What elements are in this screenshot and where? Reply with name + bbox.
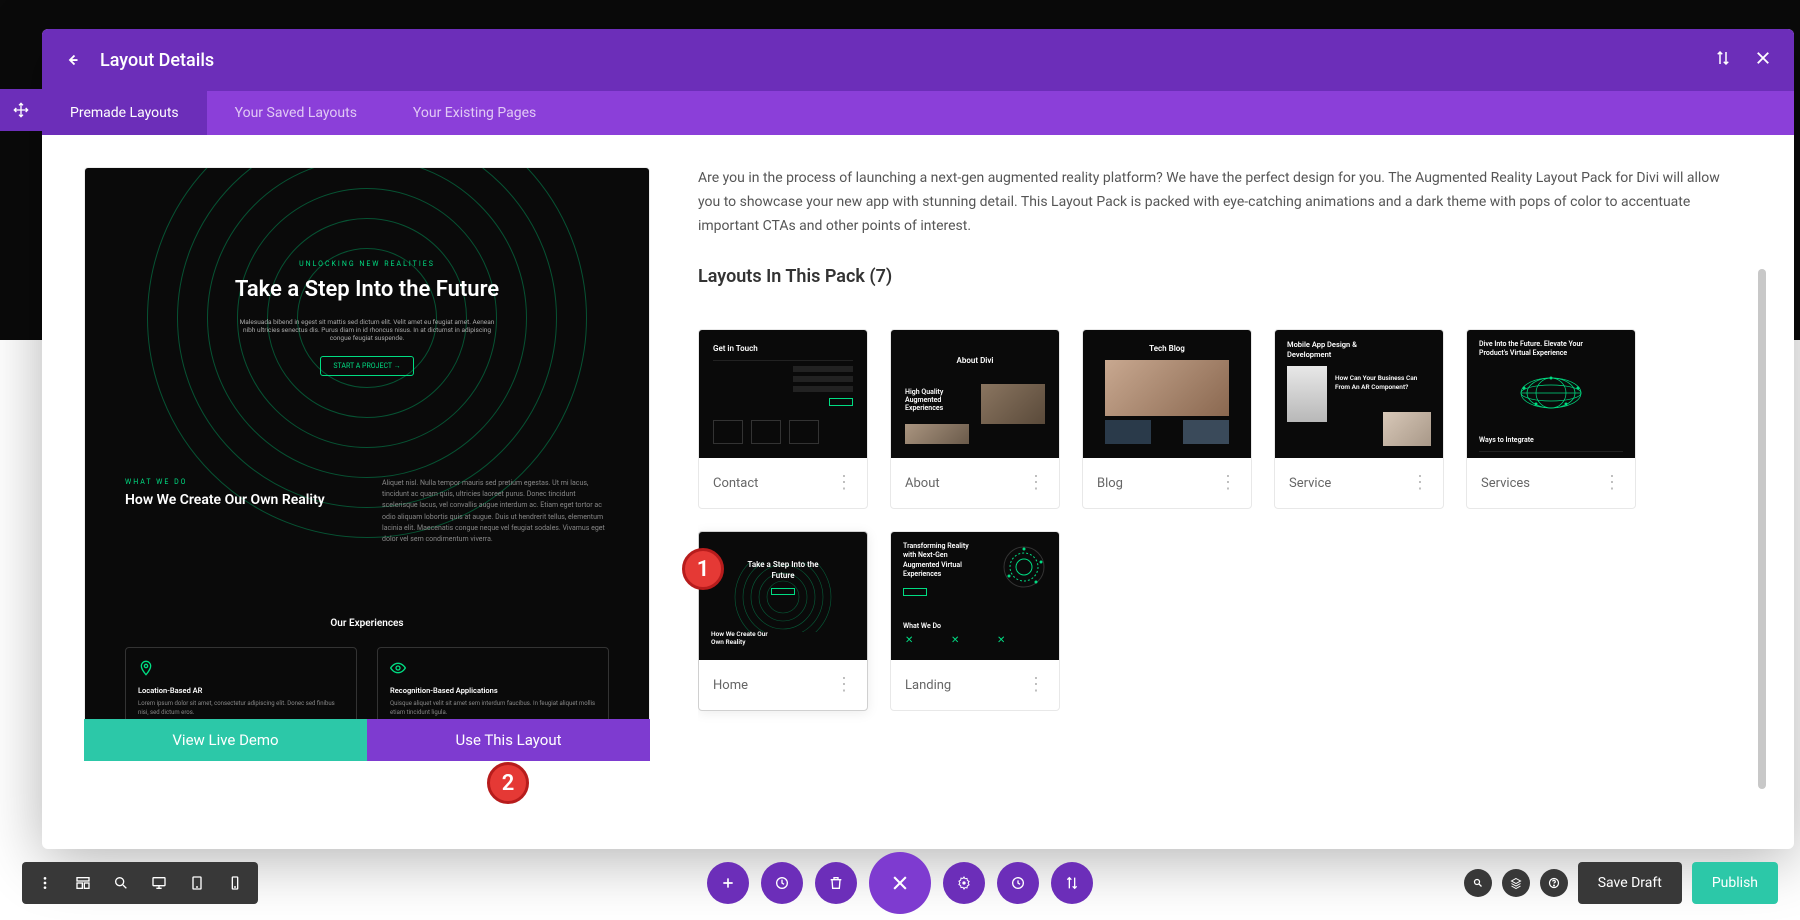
layout-card-contact[interactable]: Get in Touch Contact ⋮ xyxy=(698,329,868,509)
card-thumbnail: Get in Touch xyxy=(699,330,867,458)
card-title: Contact xyxy=(713,476,758,491)
toolbar-center-group xyxy=(707,852,1093,914)
location-icon xyxy=(138,660,154,676)
more-icon[interactable]: ⋮ xyxy=(835,676,853,694)
add-button[interactable] xyxy=(707,862,749,904)
modal-header: Layout Details xyxy=(42,29,1794,91)
view-live-demo-button[interactable]: View Live Demo xyxy=(84,719,367,761)
section-title: Layouts In This Pack (7) xyxy=(698,266,1732,287)
tabs: Premade Layouts Your Saved Layouts Your … xyxy=(42,91,1794,135)
sec3-title: Our Experiences xyxy=(125,618,609,629)
feature-text: Lorem ipsum dolor sit amet, consectetur … xyxy=(138,699,344,717)
delete-button[interactable] xyxy=(815,862,857,904)
right-column: Are you in the process of launching a ne… xyxy=(698,167,1752,849)
desktop-view-button[interactable] xyxy=(142,866,176,900)
sec2-sub: WHAT WE DO xyxy=(125,478,352,486)
layouts-grid: Get in Touch Contact ⋮ xyxy=(698,329,1732,711)
move-handle[interactable] xyxy=(0,89,42,131)
layout-details-modal: Layout Details Premade Layouts Your Save… xyxy=(42,29,1794,849)
eye-icon xyxy=(390,660,406,676)
modal-body: UNLOCKING NEW REALITIES Take a Step Into… xyxy=(42,135,1794,849)
wireframe-view-button[interactable] xyxy=(66,866,100,900)
annotation-1: 1 xyxy=(682,548,724,590)
portability-button[interactable] xyxy=(1051,862,1093,904)
search-button[interactable] xyxy=(1464,869,1492,897)
toolbar-left-group xyxy=(22,862,258,904)
card-thumbnail: Transforming Reality with Next-Gen Augme… xyxy=(891,532,1059,660)
feature-card: Location-Based AR Lorem ipsum dolor sit … xyxy=(125,647,357,719)
hero-title: Take a Step Into the Future xyxy=(235,276,499,305)
settings-button[interactable] xyxy=(761,862,803,904)
more-icon[interactable]: ⋮ xyxy=(1027,676,1045,694)
more-icon[interactable]: ⋮ xyxy=(835,474,853,492)
card-thumbnail: Tech Blog xyxy=(1083,330,1251,458)
tab-premade-layouts[interactable]: Premade Layouts xyxy=(42,91,207,135)
sec2-title: How We Create Our Own Reality xyxy=(125,492,352,508)
card-thumbnail: Dive Into the Future. Elevate Your Produ… xyxy=(1467,330,1635,458)
move-icon xyxy=(13,102,29,118)
more-icon[interactable]: ⋮ xyxy=(1603,474,1621,492)
hero-text: Malesuada bibend in egest sit mattis sed… xyxy=(237,318,497,342)
more-icon[interactable]: ⋮ xyxy=(1219,474,1237,492)
layout-card-home[interactable]: Take a Step Into the Future How We Creat… xyxy=(698,531,868,711)
hero-sub: UNLOCKING NEW REALITIES xyxy=(299,260,435,268)
card-title: Landing xyxy=(905,678,951,693)
phone-view-button[interactable] xyxy=(218,866,252,900)
sec2-right: Aliquet nisl. Nulla tempor mauris sed pr… xyxy=(382,478,609,545)
toolbar-right-group: Save Draft Publish xyxy=(1464,862,1778,904)
modal-title: Layout Details xyxy=(100,50,214,71)
card-thumbnail: Take a Step Into the Future How We Creat… xyxy=(699,532,867,660)
layout-card-blog[interactable]: Tech Blog Blog ⋮ xyxy=(1082,329,1252,509)
feature-title: Location-Based AR xyxy=(138,686,344,695)
history-button[interactable] xyxy=(997,862,1039,904)
page-settings-button[interactable] xyxy=(943,862,985,904)
layout-card-landing[interactable]: Transforming Reality with Next-Gen Augme… xyxy=(890,531,1060,711)
zoom-button[interactable] xyxy=(104,866,138,900)
close-icon[interactable] xyxy=(1754,49,1772,71)
layout-card-about[interactable]: About Divi High Quality Augmented Experi… xyxy=(890,329,1060,509)
tab-existing-pages[interactable]: Your Existing Pages xyxy=(385,91,564,135)
tablet-view-button[interactable] xyxy=(180,866,214,900)
preview-actions: View Live Demo Use This Layout xyxy=(84,719,650,761)
card-thumbnail: About Divi High Quality Augmented Experi… xyxy=(891,330,1059,458)
back-arrow-icon[interactable] xyxy=(64,51,82,69)
card-title: Home xyxy=(713,678,748,693)
pack-description: Are you in the process of launching a ne… xyxy=(698,167,1732,238)
publish-button[interactable]: Publish xyxy=(1692,862,1778,904)
more-icon[interactable]: ⋮ xyxy=(1411,474,1429,492)
more-icon[interactable]: ⋮ xyxy=(1027,474,1045,492)
save-draft-button[interactable]: Save Draft xyxy=(1578,862,1682,904)
help-button[interactable] xyxy=(1540,869,1568,897)
layers-button[interactable] xyxy=(1502,869,1530,897)
radial-icon xyxy=(1001,544,1047,590)
annotation-2: 2 xyxy=(487,762,529,804)
layout-card-services[interactable]: Dive Into the Future. Elevate Your Produ… xyxy=(1466,329,1636,509)
use-this-layout-button[interactable]: Use This Layout xyxy=(367,719,650,761)
card-title: Service xyxy=(1289,476,1331,491)
globe-icon xyxy=(1516,368,1586,418)
card-thumbnail: Mobile App Design & Development How Can … xyxy=(1275,330,1443,458)
hero-cta: START A PROJECT → xyxy=(320,356,413,376)
card-title: Services xyxy=(1481,476,1530,491)
tab-saved-layouts[interactable]: Your Saved Layouts xyxy=(207,91,385,135)
bottom-toolbar: Save Draft Publish xyxy=(0,862,1800,904)
layout-preview-image: UNLOCKING NEW REALITIES Take a Step Into… xyxy=(84,167,650,719)
card-title: About xyxy=(905,476,940,491)
feature-text: Quisque aliquet velit sit amet sem inter… xyxy=(390,699,596,717)
feature-title: Recognition-Based Applications xyxy=(390,686,596,695)
more-options-button[interactable] xyxy=(28,866,62,900)
card-title: Blog xyxy=(1097,476,1123,491)
expand-icon[interactable] xyxy=(1714,49,1732,71)
feature-card: Recognition-Based Applications Quisque a… xyxy=(377,647,609,719)
scrollbar[interactable] xyxy=(1758,269,1766,789)
close-builder-button[interactable] xyxy=(869,852,931,914)
layout-card-service[interactable]: Mobile App Design & Development How Can … xyxy=(1274,329,1444,509)
preview-column: UNLOCKING NEW REALITIES Take a Step Into… xyxy=(84,167,650,849)
